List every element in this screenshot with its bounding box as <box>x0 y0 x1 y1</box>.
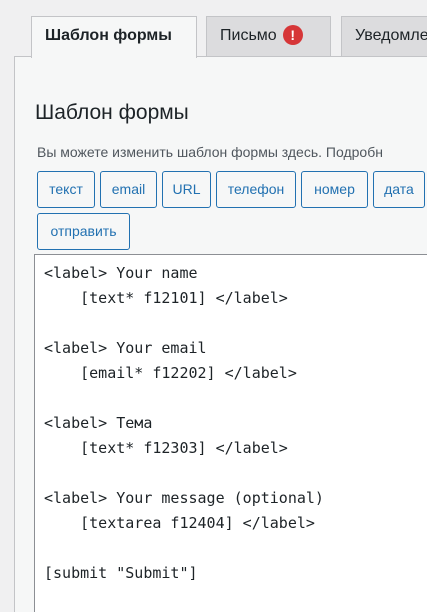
code-line: [email* f12202] </label> <box>44 364 297 382</box>
tag-button-url[interactable]: URL <box>162 171 211 208</box>
tab-label: Шаблон формы <box>45 27 172 44</box>
code-line: [text* f12303] </label> <box>44 439 288 457</box>
code-line: [submit "Submit"] <box>44 564 198 582</box>
form-template-editor[interactable]: <label> Your name [text* f12101] </label… <box>34 254 427 612</box>
warning-icon: ! <box>282 24 303 45</box>
tab-mail[interactable]: Письмо! <box>206 16 331 56</box>
tab-form-template[interactable]: Шаблон формы <box>31 16 197 58</box>
tag-button-date[interactable]: дата <box>373 171 425 208</box>
tab-notifications[interactable]: Уведомле <box>341 16 427 56</box>
code-line: <label> Тема <box>44 414 153 432</box>
tab-label: Письмо <box>220 27 277 44</box>
tag-button-submit[interactable]: отправить <box>37 213 130 250</box>
code-line: <label> Your name <box>44 264 198 282</box>
tag-button-phone[interactable]: телефон <box>216 171 296 208</box>
panel-description: Вы можете изменить шаблон формы здесь. П… <box>37 144 383 160</box>
tag-button-text[interactable]: текст <box>37 171 95 208</box>
tab-label: Уведомле <box>355 27 427 44</box>
code-line: [textarea f12404] </label> <box>44 514 315 532</box>
code-line: <label> Your email <box>44 339 207 357</box>
code-line: <label> Your message (optional) <box>44 489 324 507</box>
tag-button-email[interactable]: email <box>100 171 157 208</box>
code-line: [text* f12101] </label> <box>44 289 288 307</box>
tab-bar: Шаблон формы Письмо! Уведомле <box>0 0 427 58</box>
contact-form-editor-page: Шаблон формы Письмо! Уведомле Шаблон фор… <box>0 0 427 612</box>
panel-title: Шаблон формы <box>35 101 189 124</box>
tag-button-number[interactable]: номер <box>301 171 368 208</box>
